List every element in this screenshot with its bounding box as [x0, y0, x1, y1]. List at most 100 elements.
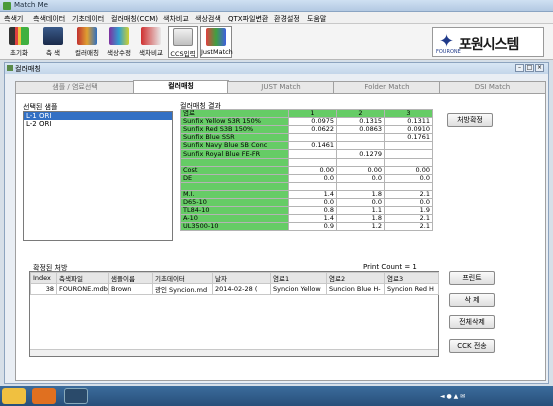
value-cell[interactable]: 0.0622 — [288, 125, 337, 135]
menu-item-settings[interactable]: 환경설정 — [274, 14, 300, 24]
table-row[interactable]: UL3500-10 0.9 1.2 2.1 — [180, 222, 433, 232]
recipe-header-cell[interactable]: Index — [30, 272, 57, 284]
value-cell[interactable]: 0.0 — [288, 173, 337, 183]
matchme-task-icon[interactable] — [64, 388, 88, 404]
dye-name-cell[interactable]: Sunfix Yellow S3R 150% — [180, 117, 289, 127]
value-cell[interactable]: 2.1 — [384, 222, 433, 232]
dye-name-cell[interactable]: Cost — [180, 165, 289, 175]
value-cell[interactable] — [288, 181, 337, 191]
dye-name-cell[interactable]: M.I. — [180, 189, 289, 200]
toolbar-button-color-correction[interactable]: 색상수정 — [104, 26, 134, 58]
value-cell[interactable]: 1.4 — [288, 214, 337, 224]
recipe-header-cell[interactable]: 측색파일 — [56, 272, 109, 284]
recipe-header-cell[interactable]: 기초데이터 — [152, 272, 213, 284]
recipe-header-cell[interactable]: 염료1 — [270, 272, 327, 284]
minimize-button[interactable]: – — [515, 64, 524, 72]
table-row[interactable]: DE 0.0 0.0 0.0 — [180, 173, 433, 183]
dye-name-cell[interactable]: DE — [180, 173, 289, 183]
list-item[interactable]: L-1 ORI — [24, 112, 172, 120]
menu-item-measure-device[interactable]: 측색기 — [4, 14, 23, 24]
value-cell[interactable]: 0.8 — [288, 206, 337, 216]
table-row[interactable]: Sunfix Blue SSR 0.1761 — [180, 133, 433, 143]
table-row[interactable]: 38 FOURONE.mdb Brown 광인 Syncion.md 2014-02-2… — [30, 283, 439, 295]
value-cell[interactable]: 1.4 — [288, 189, 337, 200]
dye-name-cell[interactable]: D65-10 — [180, 198, 289, 208]
recipe-table[interactable]: Index 측색파일 샘플이름 기초데이터 날자 염료1 염료2 염료3 38 FOURONE.m… — [29, 271, 439, 357]
value-cell[interactable]: 1.1 — [336, 206, 385, 216]
menu-item-qtx-convert[interactable]: QTX파일변환 — [228, 14, 268, 24]
value-cell[interactable]: 0.0 — [336, 198, 385, 208]
value-cell[interactable] — [384, 157, 433, 167]
table-row[interactable]: Sunfix Royal Blue FE-FR 0.1279 — [180, 149, 433, 159]
dye-name-cell[interactable]: Sunfix Royal Blue FE-FR — [180, 149, 289, 159]
value-cell[interactable]: 0.00 — [336, 165, 385, 175]
menu-item-ccm[interactable]: 컬러매칭(CCM) — [111, 14, 158, 24]
value-cell[interactable]: 0.0910 — [384, 125, 433, 135]
value-cell[interactable]: 2.1 — [384, 189, 433, 200]
tab-color-matching[interactable]: 컬러매칭 — [133, 80, 229, 93]
menu-item-color-diff[interactable]: 색차비교 — [163, 14, 189, 24]
dye-name-cell[interactable]: Sunfix Red S3B 150% — [180, 125, 289, 135]
recipe-header-cell[interactable]: 염료3 — [384, 272, 439, 284]
print-button[interactable]: 프린트 — [449, 271, 495, 285]
menu-item-base-data[interactable]: 기초데이터 — [72, 14, 104, 24]
menu-item-color-search[interactable]: 색상검색 — [195, 14, 221, 24]
value-cell[interactable] — [336, 157, 385, 167]
table-row[interactable]: A-10 1.4 1.8 2.1 — [180, 214, 433, 224]
value-cell[interactable]: 0.00 — [288, 165, 337, 175]
table-row[interactable] — [180, 157, 433, 167]
value-cell[interactable] — [384, 141, 433, 151]
table-row[interactable]: M.I. 1.4 1.8 2.1 — [180, 189, 433, 200]
value-cell[interactable]: 1.8 — [336, 214, 385, 224]
toolbar-button-reset[interactable]: 초기화 — [4, 26, 34, 58]
recipe-header-cell[interactable]: 날자 — [212, 272, 271, 284]
recipe-cell[interactable]: 38 — [30, 283, 57, 295]
tab-sample-dye-select[interactable]: 샘플 / 염료선택 — [15, 81, 135, 93]
recipe-cell[interactable]: Syncion Red H — [384, 283, 439, 295]
toolbar-button-color-matching[interactable]: 컬러매칭 — [72, 26, 102, 58]
delete-all-button[interactable]: 전체삭제 — [449, 315, 495, 329]
dye-name-cell[interactable]: UL3500-10 — [180, 222, 289, 232]
value-cell[interactable]: 0.00 — [384, 165, 433, 175]
value-cell[interactable]: 2.1 — [384, 214, 433, 224]
value-cell[interactable]: 1.9 — [384, 206, 433, 216]
toolbar-button-measure[interactable]: 측 색 — [38, 26, 68, 58]
value-cell[interactable]: 0.1461 — [288, 141, 337, 151]
table-row[interactable]: Cost 0.00 0.00 0.00 — [180, 165, 433, 175]
recipe-cell[interactable]: Syncion Yellow — [270, 283, 327, 295]
recipe-cell[interactable]: FOURONE.mdb — [56, 283, 109, 295]
table-row[interactable]: Sunfix Navy Blue SB Conc 0.1461 — [180, 141, 433, 151]
recipe-cell[interactable]: 2014-02-28 ( — [212, 283, 271, 295]
value-cell[interactable]: 0.9 — [288, 222, 337, 232]
value-cell[interactable]: 0.0975 — [288, 117, 337, 127]
value-cell[interactable] — [384, 149, 433, 159]
value-cell[interactable]: 1.8 — [336, 189, 385, 200]
folder-icon[interactable] — [2, 388, 26, 404]
dye-name-cell[interactable]: Sunfix Blue SSR — [180, 133, 289, 143]
dye-name-cell[interactable] — [180, 181, 289, 191]
menu-item-measure-data[interactable]: 측색데이터 — [33, 14, 65, 24]
value-cell[interactable] — [336, 141, 385, 151]
table-row[interactable]: TL84-10 0.8 1.1 1.9 — [180, 206, 433, 216]
dye-name-cell[interactable]: A-10 — [180, 214, 289, 224]
value-cell[interactable] — [288, 149, 337, 159]
dye-name-cell[interactable]: Sunfix Navy Blue SB Conc — [180, 141, 289, 151]
value-cell[interactable] — [288, 157, 337, 167]
menu-item-help[interactable]: 도움말 — [307, 14, 326, 24]
table-row[interactable]: D65-10 0.0 0.0 0.0 — [180, 198, 433, 208]
value-cell[interactable]: 0.1315 — [336, 117, 385, 127]
results-grid[interactable]: 염료 1 2 3 Sunfix Yellow S3R 150% 0.0975 0.1315 0… — [180, 108, 433, 232]
confirm-recipe-button[interactable]: 처방확정 — [447, 113, 493, 127]
horizontal-scrollbar[interactable] — [30, 349, 438, 356]
sample-listbox[interactable]: L-1 ORI L-2 ORI — [23, 111, 173, 241]
value-cell[interactable] — [336, 133, 385, 143]
delete-button[interactable]: 삭 제 — [449, 293, 495, 307]
value-cell[interactable]: 0.1279 — [336, 149, 385, 159]
value-cell[interactable]: 0.1761 — [384, 133, 433, 143]
value-cell[interactable]: 0.0 — [288, 198, 337, 208]
tab-folder-match[interactable]: Folder Match — [333, 81, 441, 93]
dye-name-cell[interactable]: TL84-10 — [180, 206, 289, 216]
tab-dsi-match[interactable]: DSI Match — [439, 81, 546, 93]
recipe-cell[interactable]: Suncion Blue H- — [326, 283, 385, 295]
table-row[interactable] — [180, 181, 433, 191]
